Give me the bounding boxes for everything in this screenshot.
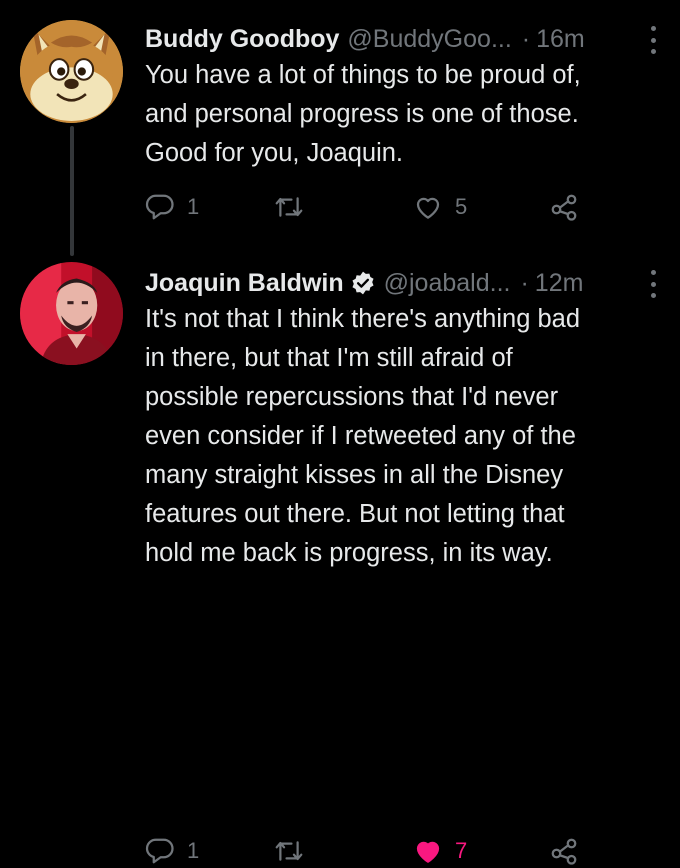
tweet-text-line: features out there. But not letting that [145,500,565,528]
more-options-icon[interactable] [648,26,658,54]
thread-connector-line [70,126,74,256]
more-options-icon[interactable] [648,270,658,298]
share-icon [551,838,577,865]
reply-icon [145,194,174,220]
tweet-actions: 1 7 [145,834,605,868]
tweet-text-line: many straight kisses in all the Disney [145,461,564,489]
tweet-text-line: and personal progress is one of those. [145,100,579,128]
avatar[interactable] [20,20,123,123]
retweet-icon [275,197,303,217]
verified-badge-icon [352,271,374,295]
tweet-text: It's not that I think there's anything b… [145,300,650,573]
cartoon-fox-avatar [20,20,123,123]
profile-photo-avatar [20,262,123,365]
avatar[interactable] [20,262,123,365]
display-name[interactable]: Joaquin Baldwin [145,269,344,298]
tweet-text-line: in there, but that I'm still afraid of [145,344,513,372]
tweet-header: Joaquin Baldwin @joabald... · 12m [145,266,660,300]
user-handle[interactable]: @joabald... [384,269,511,298]
share-button[interactable] [549,834,579,868]
user-handle[interactable]: @BuddyGoo... [347,25,511,54]
tweet-text-line: You have a lot of things to be proud of, [145,61,581,89]
reply-button[interactable]: 1 [145,190,199,224]
like-count: 7 [455,838,468,863]
tweet-actions: 1 5 [145,190,605,224]
like-button[interactable]: 5 [413,190,467,224]
retweet-icon [275,841,303,861]
timestamp[interactable]: 12m [535,269,584,298]
tweet-header: Buddy Goodboy @BuddyGoo... · 16m [145,22,660,56]
display-name[interactable]: Buddy Goodboy [145,25,339,54]
reply-button[interactable]: 1 [145,834,199,868]
timestamp[interactable]: 16m [536,25,585,54]
like-button[interactable]: 7 [413,834,467,868]
tweet-text: You have a lot of things to be proud of,… [145,56,650,173]
like-icon [416,841,440,863]
share-icon [551,194,577,221]
share-button[interactable] [549,190,579,224]
reply-icon [145,838,174,864]
reply-count: 1 [187,838,200,863]
retweet-button[interactable] [273,190,317,224]
retweet-button[interactable] [273,834,317,868]
tweet-text-line: even consider if I retweeted any of the [145,422,576,450]
separator-dot: · [520,268,529,297]
tweet-text-line: hold me back is progress, in its way. [145,539,553,567]
separator-dot: · [521,24,531,53]
like-icon [416,197,440,219]
reply-count: 1 [187,194,200,219]
like-count: 5 [455,194,468,219]
tweet-text-line: It's not that I think there's anything b… [145,305,581,333]
tweet-text-line: possible repercussions that I'd never [145,383,559,411]
tweet-text-line: Good for you, Joaquin. [145,139,404,167]
